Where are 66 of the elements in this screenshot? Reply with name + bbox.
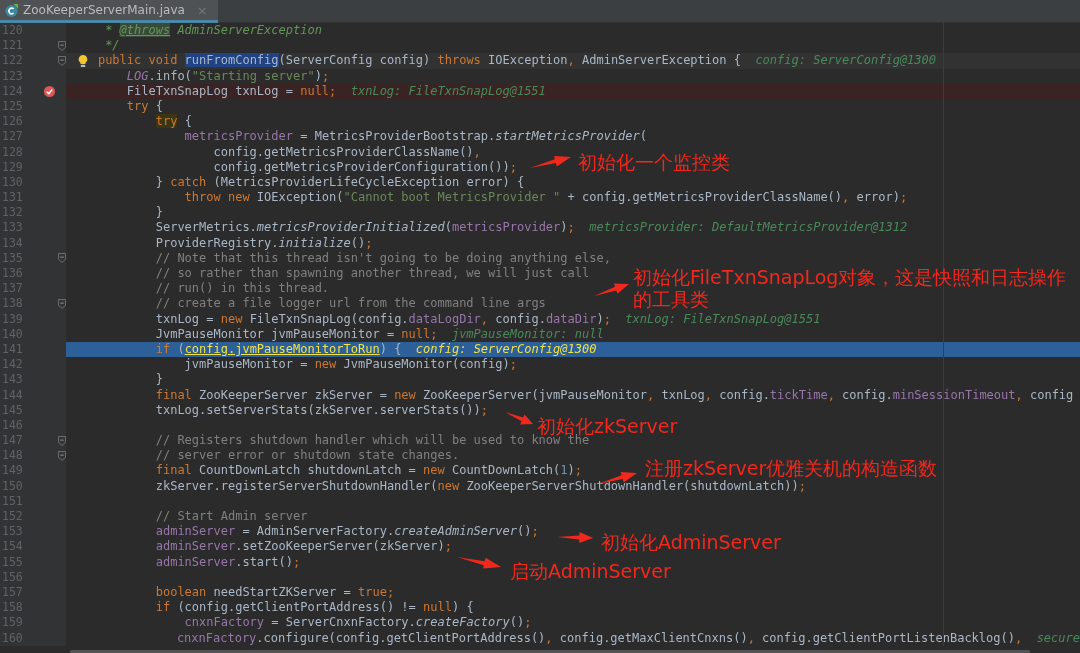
code-line: adminServer.start(); xyxy=(154,554,301,570)
annotation-text: 初始化一个监控类 xyxy=(578,151,731,173)
code-line: ProviderRegistry.initialize(); xyxy=(154,235,373,251)
inline-value-hint: config: ServerConfig@1300 xyxy=(755,53,936,69)
code-line: jvmPauseMonitor = new JvmPauseMonitor(config); xyxy=(183,357,517,373)
code-line: cnxnFactory = ServerCnxnFactory.createFactory(); xyxy=(183,615,532,631)
file-tab[interactable]: ZooKeeperServerMain.java × xyxy=(0,0,218,23)
fold-marker-icon[interactable] xyxy=(58,55,66,66)
annotation-arrow xyxy=(594,283,629,296)
annotation-text: 初始化AdminServer xyxy=(601,531,782,553)
code-line: */ xyxy=(104,38,120,54)
inline-value-hint: secure xyxy=(1036,630,1080,646)
code-line: // server error or shutdown state changes. xyxy=(154,448,460,464)
code-line: config.getMetricsProviderClassName(), xyxy=(212,144,481,160)
code-line: adminServer.setZooKeeperServer(zkServer); xyxy=(154,539,452,555)
inline-value-hint: config: ServerConfig@1300 xyxy=(415,341,597,358)
annotation-text: 注册zkServer优雅关机的构造函数 xyxy=(645,457,939,479)
annotation-arrow xyxy=(457,557,501,569)
code-line: LOG.info("Starting server"); xyxy=(125,68,330,84)
code-line: if (config.getClientPortAddress() != null) { xyxy=(154,600,474,616)
code-line: try { xyxy=(154,114,192,130)
code-line: JvmPauseMonitor jvmPauseMonitor = null; xyxy=(154,326,438,342)
code-line: txnLog.setServerStats(zkServer.serverStats()); xyxy=(154,402,489,418)
code-line: // Start Admin server xyxy=(154,509,308,525)
code-line: config.getMetricsProviderConfiguration()); xyxy=(212,159,517,175)
fold-marker-icon[interactable] xyxy=(58,298,66,309)
code-line: ServerMetrics.metricsProviderInitialized(metricsProvider); xyxy=(154,220,575,236)
code-line: final CountDownLatch shutdownLatch = new CountDownLatch(1); xyxy=(154,463,582,479)
code-line: } xyxy=(154,205,163,221)
inline-value-hint: jvmPauseMonitor: null xyxy=(451,326,604,342)
code-line: throw new IOException("Cannot boot MetricsProvider " + config.getMetricsProviderClassName(), error); xyxy=(183,190,908,206)
annotation-text: 初始化zkServer xyxy=(537,415,679,437)
code-line: } catch (MetricsProviderLifeCycleException error) { xyxy=(154,174,525,191)
code-line: * @throws AdminServerException xyxy=(104,23,322,39)
code-line: public void runFromConfig(ServerConfig config) throws IOException, AdminServerException { xyxy=(96,53,741,69)
code-line: boolean needStartZKServer = true; xyxy=(154,584,395,601)
tab-label: ZooKeeperServerMain.java xyxy=(23,3,185,17)
annotation-text: 初始化FileTxnSnapLog对象，这是快照和日志操作的工具类 xyxy=(633,266,1068,310)
inline-value-hint: txnLog: FileTxnSnapLog@1551 xyxy=(350,83,546,99)
code-line: final ZooKeeperServer zkServer = new ZooKeeperServer(jvmPauseMonitor, txnLog, config.tickTime, config.minSessionTimeout, config xyxy=(154,387,1074,403)
class-file-icon xyxy=(4,2,19,18)
code-line: if (config.jvmPauseMonitorToRun) { xyxy=(154,341,402,358)
fold-marker-icon[interactable] xyxy=(58,435,66,446)
code-line: zkServer.registerServerShutdownHandler(new ZooKeeperServerShutdownHandler(shutdownLatch)); xyxy=(154,478,806,494)
scrollbar[interactable] xyxy=(70,650,1030,653)
code-line: // create a file logger url from the command line args xyxy=(154,296,546,312)
code-line: FileTxnSnapLog txnLog = null; xyxy=(125,83,337,99)
inline-value-hint: metricsProvider: DefaultMetricsProvider@1312 xyxy=(589,220,908,236)
code-line: // run() in this thread. xyxy=(154,281,330,297)
fold-marker-icon[interactable] xyxy=(58,450,66,461)
code-line: // so rather than spawning another thread, we will just call xyxy=(154,266,590,282)
code-line: // Note that this thread isn't going to be doing anything else, xyxy=(154,250,611,266)
code-line: try { xyxy=(125,98,163,115)
annotation-text: 启动AdminServer xyxy=(510,560,672,582)
annotation-arrow xyxy=(505,412,533,425)
fold-marker-icon[interactable] xyxy=(58,253,66,264)
code-line: txnLog = new FileTxnSnapLog(config.dataLogDir, config.dataDir); xyxy=(154,311,611,327)
code-line: cnxnFactory.configure(config.getClientPortAddress(), config.getMaxClientCnxns(), config.getClientPortListenBacklog(), xyxy=(175,630,1023,646)
annotation-arrow xyxy=(530,155,571,168)
lightbulb-icon[interactable] xyxy=(77,54,89,69)
code-line: metricsProvider = MetricsProviderBootstrap.startMetricsProvider( xyxy=(183,129,647,145)
breakpoint-icon[interactable] xyxy=(42,84,56,98)
code-line: } xyxy=(154,372,163,388)
fold-marker-icon[interactable] xyxy=(58,40,66,51)
inline-value-hint: txnLog: FileTxnSnapLog@1551 xyxy=(625,311,821,327)
code-line: adminServer = AdminServerFactory.createAdminServer(); xyxy=(154,524,539,540)
